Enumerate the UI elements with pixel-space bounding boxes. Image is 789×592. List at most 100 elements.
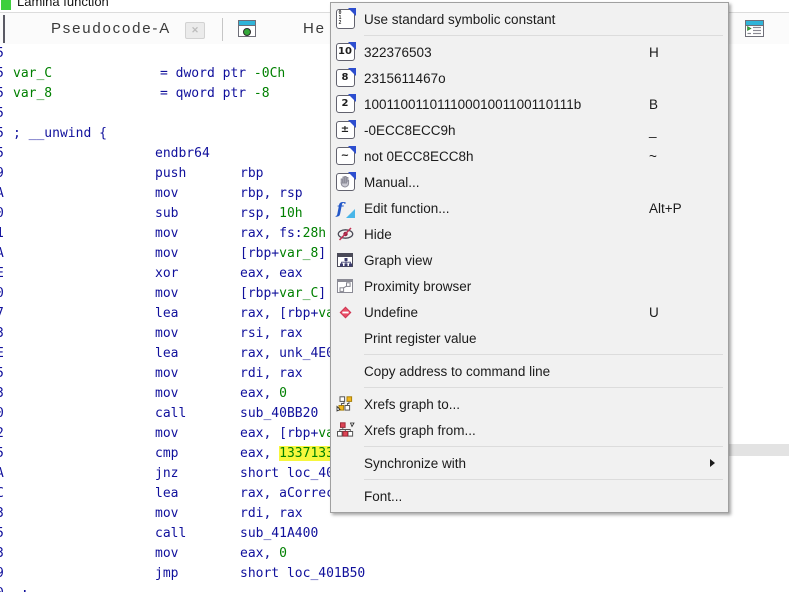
asm-address-fragment: 5 bbox=[0, 524, 4, 544]
ida-view-window-icon[interactable] bbox=[238, 20, 256, 37]
asm-address-fragment: 0 bbox=[0, 584, 4, 592]
asm-operands: eax, 0 bbox=[240, 544, 287, 564]
menu-item-4[interactable]: ± -0ECC8ECC9h _ bbox=[331, 117, 728, 143]
bin-icon: 2 bbox=[334, 93, 356, 115]
menu-item-12[interactable]: Print register value bbox=[331, 325, 728, 351]
menu-item-8[interactable]: Hide bbox=[331, 221, 728, 247]
menu-item-5[interactable]: ~ not 0ECC8ECC8h ~ bbox=[331, 143, 728, 169]
tab-pseudocode-a[interactable]: Pseudocode-A bbox=[51, 13, 171, 45]
asm-token: rax, [rbp+ bbox=[240, 306, 319, 321]
tab-hex-view-truncated[interactable]: He bbox=[303, 13, 326, 45]
asm-mnemonic: mov bbox=[155, 546, 179, 561]
asm-address-fragment: 3 bbox=[0, 384, 4, 404]
menu-item-3[interactable]: 2 10011001101110001001100110111b B bbox=[331, 91, 728, 117]
asm-token: sub_40BB20 bbox=[240, 406, 319, 421]
asm-address-fragment: 5 bbox=[0, 364, 4, 384]
menu-item-label: Manual... bbox=[364, 174, 420, 190]
asm-token: eax, [rbp+ bbox=[240, 426, 319, 441]
menu-item-2[interactable]: 8 2315611467o bbox=[331, 65, 728, 91]
xrefsto-icon bbox=[334, 393, 356, 415]
asm-token: = qword ptr bbox=[160, 86, 254, 101]
editfn-icon: f bbox=[334, 197, 356, 219]
menu-item-15[interactable]: Xrefs graph from... bbox=[331, 417, 728, 443]
menu-item-label: 10011001101110001001100110111b bbox=[364, 96, 582, 112]
menu-item-6[interactable]: Manual... bbox=[331, 169, 728, 195]
asm-operands: rdi, rax bbox=[240, 364, 303, 384]
menu-item-label: Copy address to command line bbox=[364, 363, 551, 379]
asm-operands: rax, [rbp+va bbox=[240, 304, 334, 324]
asm-operands: rbp, rsp bbox=[240, 184, 303, 204]
menu-item-13[interactable]: Copy address to command line bbox=[331, 358, 728, 384]
asm-mnemonic: call bbox=[155, 526, 187, 541]
asm-operands: rax, fs:28h bbox=[240, 224, 326, 244]
panel-caption-title: Lamina function bbox=[17, 0, 109, 9]
asm-token: [rbp+ bbox=[240, 286, 280, 301]
asm-mnemonic: push bbox=[155, 166, 187, 181]
asm-address-fragment: E bbox=[0, 344, 4, 364]
menu-item-9[interactable]: Graph view bbox=[331, 247, 728, 273]
asm-address-fragment: 3 bbox=[0, 324, 4, 344]
ida-window: Lamina function Pseudocode-A ✕ He 55var_… bbox=[0, 0, 789, 592]
asm-address-fragment: 0 bbox=[0, 404, 4, 424]
menu-item-1[interactable]: 10 322376503 H bbox=[331, 39, 728, 65]
asm-label-column: ; bbox=[13, 584, 29, 592]
asm-address-fragment: 0 bbox=[0, 204, 4, 224]
not-icon: ~ bbox=[334, 145, 356, 167]
asm-token: [rbp+ bbox=[240, 246, 280, 261]
menu-item-16[interactable]: Synchronize with bbox=[331, 450, 728, 476]
asm-operands: rax, aCorrec bbox=[240, 484, 334, 504]
asm-mnemonic: mov bbox=[155, 386, 179, 401]
menu-item-label: Use standard symbolic constant bbox=[364, 11, 556, 27]
menu-item-shortcut: U bbox=[649, 304, 659, 320]
menu-item-11[interactable]: Undefine U bbox=[331, 299, 728, 325]
asm-address-fragment: 5 bbox=[0, 124, 4, 144]
asm-mnemonic: sub bbox=[155, 206, 179, 221]
asm-operands: rbp bbox=[240, 164, 263, 184]
asm-token: 1337133 bbox=[279, 446, 334, 461]
asm-address-fragment: 7 bbox=[0, 304, 4, 324]
asm-token: sub_41A400 bbox=[240, 526, 319, 541]
menu-separator bbox=[364, 35, 723, 36]
asm-line[interactable]: 9 jmp short loc_401B50 bbox=[0, 564, 789, 584]
asm-token: rdi, rax bbox=[240, 366, 303, 381]
menu-item-label: Xrefs graph to... bbox=[364, 396, 461, 412]
menu-item-shortcut: ~ bbox=[649, 148, 657, 164]
asm-line[interactable]: 5 call sub_41A400 bbox=[0, 524, 789, 544]
asm-mnemonic: mov bbox=[155, 426, 179, 441]
menu-item-7[interactable]: f Edit function... Alt+P bbox=[331, 195, 728, 221]
asm-line[interactable]: 3 mov eax, 0 bbox=[0, 544, 789, 564]
menu-item-label: Proximity browser bbox=[364, 278, 472, 294]
asm-address-fragment: 5 bbox=[0, 84, 4, 104]
menu-separator bbox=[364, 354, 723, 355]
menu-item-shortcut: Alt+P bbox=[649, 200, 682, 216]
asm-mnemonic: mov bbox=[155, 506, 179, 521]
asm-token: ; bbox=[13, 586, 29, 592]
menu-item-14[interactable]: Xrefs graph to... bbox=[331, 391, 728, 417]
asm-operands: short loc_401B50 bbox=[240, 564, 365, 584]
asm-operands: rax, unk_4E0 bbox=[240, 344, 334, 364]
asm-definition-column: = qword ptr -8 bbox=[160, 84, 270, 104]
asm-mnemonic: jmp bbox=[155, 566, 179, 581]
asm-address-fragment: 3 bbox=[0, 544, 4, 564]
tab-close-button[interactable]: ✕ bbox=[185, 22, 205, 39]
menu-item-10[interactable]: Proximity browser bbox=[331, 273, 728, 299]
asm-token: rsp, bbox=[240, 206, 280, 221]
green-dot-glyph bbox=[243, 28, 251, 36]
asm-token: short loc_40 bbox=[240, 466, 334, 481]
asm-operands: eax, eax bbox=[240, 264, 303, 284]
asm-label-column: ; __unwind { bbox=[13, 124, 107, 144]
asm-mnemonic: mov bbox=[155, 366, 179, 381]
asm-mnemonic: mov bbox=[155, 286, 179, 301]
asm-mnemonic: mov bbox=[155, 226, 179, 241]
asm-token: rsi, rax bbox=[240, 326, 303, 341]
menu-item-17[interactable]: Font... bbox=[331, 483, 728, 509]
menu-item-0[interactable]: 0 1 2 Use standard symbolic constant bbox=[331, 6, 728, 32]
menu-item-label: not 0ECC8ECC8h bbox=[364, 148, 474, 164]
asm-token: 0 bbox=[279, 546, 287, 561]
menu-item-shortcut: _ bbox=[649, 122, 657, 138]
asm-token: -8 bbox=[253, 86, 270, 101]
asm-line[interactable]: 0 ; bbox=[0, 584, 789, 592]
list-window-icon[interactable] bbox=[745, 20, 764, 37]
asm-token: = dword ptr bbox=[160, 66, 254, 81]
asm-token: eax, eax bbox=[240, 266, 303, 281]
